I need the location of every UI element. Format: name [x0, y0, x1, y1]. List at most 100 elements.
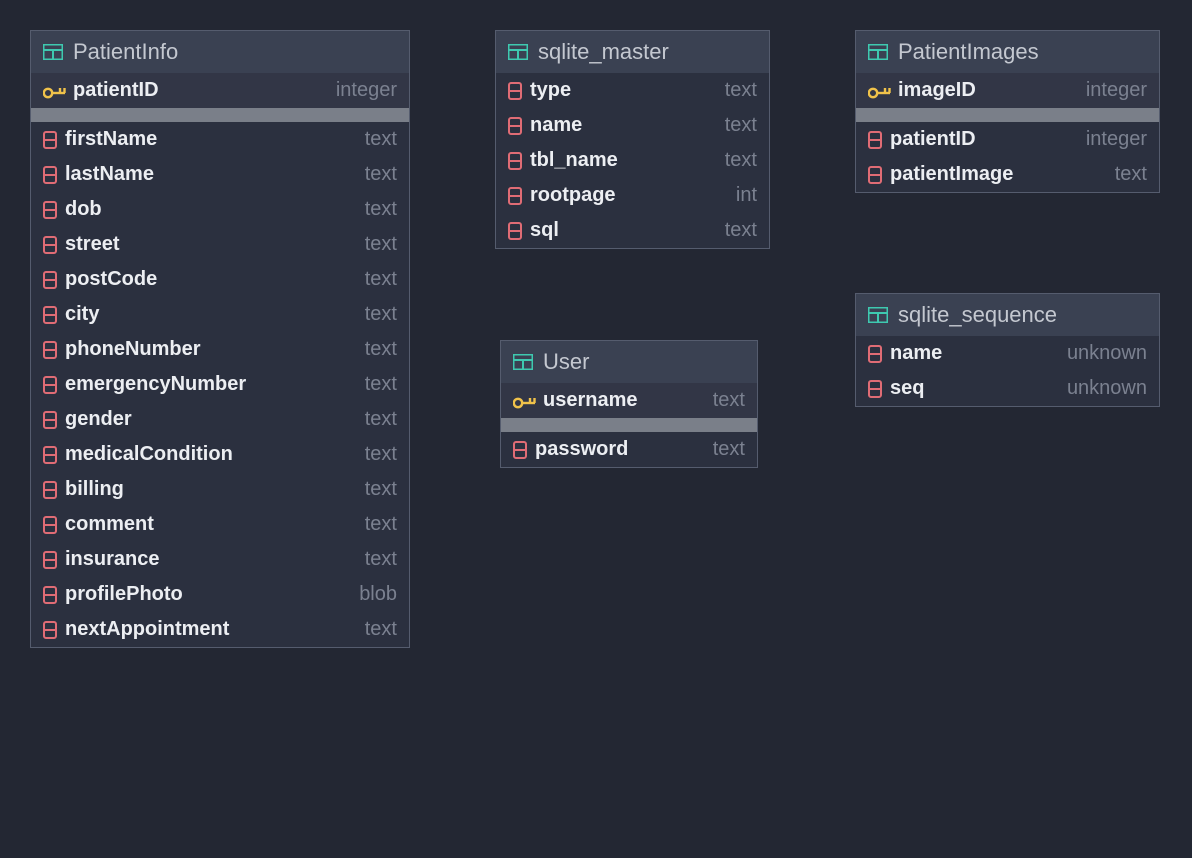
column-row[interactable]: street text — [31, 227, 409, 262]
column-icon — [43, 131, 57, 149]
column-icon — [43, 306, 57, 324]
column-row[interactable]: lastName text — [31, 157, 409, 192]
column-name: seq — [890, 377, 1059, 400]
column-row[interactable]: name unknown — [856, 336, 1159, 371]
column-icon — [508, 187, 522, 205]
table-icon — [513, 354, 533, 370]
column-type: text — [713, 438, 745, 461]
column-type: text — [365, 478, 397, 501]
table-name: PatientImages — [898, 39, 1039, 65]
column-name: insurance — [65, 548, 357, 571]
column-name: tbl_name — [530, 149, 717, 172]
column-icon — [508, 117, 522, 135]
column-icon — [43, 481, 57, 499]
column-row[interactable]: type text — [496, 73, 769, 108]
column-type: unknown — [1067, 377, 1147, 400]
column-icon — [43, 551, 57, 569]
column-row[interactable]: nextAppointment text — [31, 612, 409, 647]
column-icon — [43, 516, 57, 534]
column-icon — [43, 446, 57, 464]
column-row[interactable]: phoneNumber text — [31, 332, 409, 367]
column-type: text — [365, 233, 397, 256]
table-header[interactable]: sqlite_master — [496, 31, 769, 73]
column-type: text — [365, 268, 397, 291]
column-icon — [43, 166, 57, 184]
primary-key-row[interactable]: imageID integer — [856, 73, 1159, 108]
column-icon — [43, 411, 57, 429]
column-type: text — [725, 219, 757, 242]
column-type: text — [725, 149, 757, 172]
column-type: int — [736, 184, 757, 207]
column-type: integer — [336, 79, 397, 102]
primary-key-row[interactable]: patientID integer — [31, 73, 409, 108]
table-name: User — [543, 349, 589, 375]
column-icon — [43, 201, 57, 219]
column-icon — [43, 271, 57, 289]
table-header[interactable]: PatientInfo — [31, 31, 409, 73]
column-row[interactable]: city text — [31, 297, 409, 332]
column-icon — [868, 345, 882, 363]
table-icon — [868, 307, 888, 323]
table-header[interactable]: User — [501, 341, 757, 383]
column-row[interactable]: sql text — [496, 213, 769, 248]
primary-key-icon — [43, 83, 65, 99]
column-row[interactable]: comment text — [31, 507, 409, 542]
column-name: profilePhoto — [65, 583, 351, 606]
column-name: rootpage — [530, 184, 728, 207]
column-type: integer — [1086, 79, 1147, 102]
column-icon — [868, 131, 882, 149]
column-name: name — [530, 114, 717, 137]
column-type: unknown — [1067, 342, 1147, 365]
table-icon — [868, 44, 888, 60]
column-type: text — [1115, 163, 1147, 186]
column-row[interactable]: patientID integer — [856, 122, 1159, 157]
primary-key-row[interactable]: username text — [501, 383, 757, 418]
column-row[interactable]: billing text — [31, 472, 409, 507]
column-icon — [508, 82, 522, 100]
column-name: billing — [65, 478, 357, 501]
column-row[interactable]: postCode text — [31, 262, 409, 297]
column-row[interactable]: gender text — [31, 402, 409, 437]
column-row[interactable]: tbl_name text — [496, 143, 769, 178]
table-user[interactable]: User username text password text — [500, 340, 758, 468]
column-icon — [43, 376, 57, 394]
column-row[interactable]: insurance text — [31, 542, 409, 577]
column-name: dob — [65, 198, 357, 221]
table-patientinfo[interactable]: PatientInfo patientID integer firstName … — [30, 30, 410, 648]
column-row[interactable]: medicalCondition text — [31, 437, 409, 472]
column-name: sql — [530, 219, 717, 242]
section-divider — [31, 108, 409, 122]
column-row[interactable]: password text — [501, 432, 757, 467]
column-name: imageID — [898, 79, 1078, 102]
table-patientimages[interactable]: PatientImages imageID integer patientID … — [855, 30, 1160, 193]
table-header[interactable]: sqlite_sequence — [856, 294, 1159, 336]
column-row[interactable]: patientImage text — [856, 157, 1159, 192]
column-name: type — [530, 79, 717, 102]
column-row[interactable]: profilePhoto blob — [31, 577, 409, 612]
column-name: nextAppointment — [65, 618, 357, 641]
table-name: PatientInfo — [73, 39, 178, 65]
column-type: text — [713, 389, 745, 412]
column-icon — [508, 222, 522, 240]
column-type: text — [365, 548, 397, 571]
column-type: text — [365, 373, 397, 396]
column-type: text — [365, 513, 397, 536]
column-name: patientID — [890, 128, 1078, 151]
table-sqlite_sequence[interactable]: sqlite_sequence name unknown seq unknown — [855, 293, 1160, 407]
table-icon — [508, 44, 528, 60]
column-icon — [43, 341, 57, 359]
column-type: integer — [1086, 128, 1147, 151]
column-row[interactable]: rootpage int — [496, 178, 769, 213]
column-icon — [868, 166, 882, 184]
column-name: comment — [65, 513, 357, 536]
column-row[interactable]: firstName text — [31, 122, 409, 157]
column-row[interactable]: emergencyNumber text — [31, 367, 409, 402]
table-sqlite_master[interactable]: sqlite_master type text name text tbl_na… — [495, 30, 770, 249]
column-row[interactable]: seq unknown — [856, 371, 1159, 406]
table-header[interactable]: PatientImages — [856, 31, 1159, 73]
column-name: postCode — [65, 268, 357, 291]
column-row[interactable]: name text — [496, 108, 769, 143]
column-name: city — [65, 303, 357, 326]
column-type: text — [365, 618, 397, 641]
column-row[interactable]: dob text — [31, 192, 409, 227]
